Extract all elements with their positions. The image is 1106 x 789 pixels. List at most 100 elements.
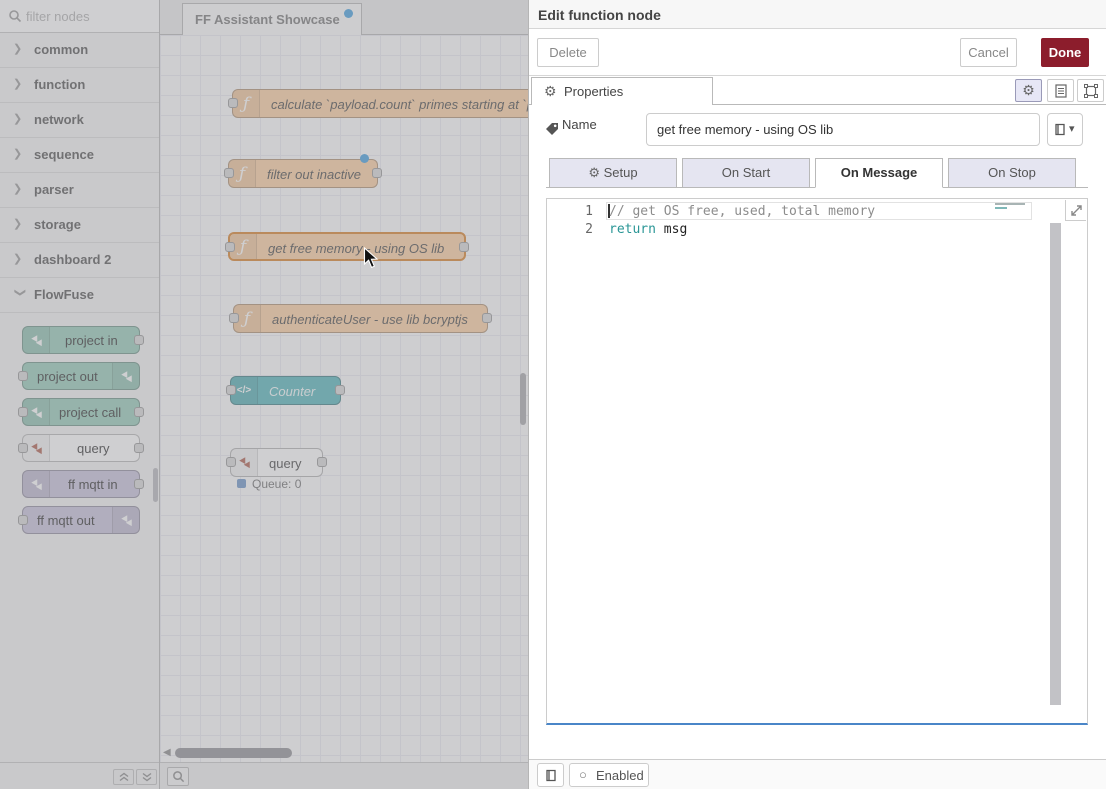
description-icon-button[interactable] bbox=[1047, 79, 1074, 102]
flowfuse-icon bbox=[23, 327, 50, 353]
node-port-input[interactable] bbox=[18, 515, 28, 525]
chevron-down-icon: ❯ bbox=[11, 288, 27, 300]
chevron-right-icon: ❯ bbox=[13, 252, 25, 268]
palette-node-query[interactable]: query bbox=[22, 434, 140, 462]
name-row: Name ▾ bbox=[529, 113, 1106, 147]
scroll-left-arrow-icon[interactable]: ◀ bbox=[163, 747, 171, 758]
workspace-tabbar: FF Assistant Showcase bbox=[160, 0, 528, 35]
name-label: Name bbox=[562, 117, 597, 132]
properties-icon-button[interactable]: ⚙ bbox=[1015, 79, 1042, 102]
node-port-input[interactable] bbox=[229, 313, 239, 323]
editor-minimap bbox=[995, 203, 1029, 213]
palette-category-parser[interactable]: ❯parser bbox=[0, 173, 159, 208]
code-editor[interactable]: 1 2 // get OS free, used, total memory r… bbox=[546, 198, 1088, 725]
node-port-output[interactable] bbox=[134, 407, 144, 417]
workspace-tab-ff-assistant-showcase[interactable]: FF Assistant Showcase bbox=[182, 3, 362, 35]
node-port-input[interactable] bbox=[224, 168, 234, 178]
cancel-button[interactable]: Cancel bbox=[960, 38, 1017, 67]
node-status-dot bbox=[237, 479, 246, 488]
expand-icon bbox=[1070, 204, 1083, 217]
done-button[interactable]: Done bbox=[1041, 38, 1089, 67]
node-port-input[interactable] bbox=[18, 407, 28, 417]
line-number: 2 bbox=[547, 221, 593, 239]
palette-category-flowfuse[interactable]: ❯FlowFuse bbox=[0, 278, 159, 313]
mouse-cursor-icon bbox=[363, 247, 379, 270]
properties-tab[interactable]: ⚙ Properties bbox=[531, 77, 713, 105]
node-port-input[interactable] bbox=[228, 98, 238, 108]
palette-node-ff-mqtt-out[interactable]: ff mqtt out bbox=[22, 506, 140, 534]
palette-node-project-out[interactable]: project out bbox=[22, 362, 140, 390]
selection-frame-icon bbox=[1084, 84, 1098, 98]
canvas-horizontal-scrollbar[interactable] bbox=[175, 748, 292, 758]
node-port-input[interactable] bbox=[18, 443, 28, 453]
tray-toolbar: Delete Cancel Done bbox=[529, 29, 1106, 76]
chevron-right-icon: ❯ bbox=[13, 217, 25, 233]
node-port-input[interactable] bbox=[226, 385, 236, 395]
palette-category-common[interactable]: ❯common bbox=[0, 33, 159, 68]
node-port-input[interactable] bbox=[225, 242, 235, 252]
workspace-search-button[interactable] bbox=[167, 767, 189, 786]
code-line-2: return msg bbox=[609, 221, 687, 239]
node-port-output[interactable] bbox=[335, 385, 345, 395]
palette-footer bbox=[0, 762, 159, 789]
chevron-right-icon: ❯ bbox=[13, 147, 25, 163]
tray-footer: ○ Enabled bbox=[529, 759, 1106, 789]
collapse-all-button[interactable] bbox=[113, 769, 134, 785]
node-port-output[interactable] bbox=[372, 168, 382, 178]
tab-on-message[interactable]: On Message bbox=[815, 158, 943, 188]
flowfuse-icon bbox=[112, 363, 139, 389]
delete-button[interactable]: Delete bbox=[537, 38, 599, 67]
palette-node-ff-mqtt-in[interactable]: ff mqtt in bbox=[22, 470, 140, 498]
palette-category-network[interactable]: ❯network bbox=[0, 103, 159, 138]
tab-on-stop[interactable]: On Stop bbox=[948, 158, 1076, 188]
flow-node-query[interactable]: query bbox=[230, 448, 323, 477]
node-port-output[interactable] bbox=[459, 242, 469, 252]
gear-icon: ⚙ bbox=[588, 165, 600, 180]
node-port-output[interactable] bbox=[134, 479, 144, 489]
flow-node-counter[interactable]: </> Counter bbox=[230, 376, 341, 405]
palette-category-dashboard2[interactable]: ❯dashboard 2 bbox=[0, 243, 159, 278]
palette-scrollbar[interactable] bbox=[153, 468, 158, 502]
editor-expand-button[interactable] bbox=[1065, 200, 1086, 221]
canvas-vertical-scrollbar[interactable] bbox=[520, 373, 526, 425]
flow-node-get-free-memory[interactable]: ƒ get free memory - using OS lib bbox=[228, 232, 466, 261]
flow-node-calculate-primes[interactable]: ƒ calculate `payload.count` primes start… bbox=[232, 89, 528, 118]
node-port-input[interactable] bbox=[18, 371, 28, 381]
library-footer-button[interactable] bbox=[537, 763, 564, 787]
chevron-right-icon: ❯ bbox=[13, 42, 25, 58]
node-port-output[interactable] bbox=[317, 457, 327, 467]
flowfuse-icon bbox=[112, 507, 139, 533]
expand-all-button[interactable] bbox=[136, 769, 157, 785]
tab-setup[interactable]: ⚙ Setup bbox=[549, 158, 677, 188]
appearance-icon-button[interactable] bbox=[1077, 79, 1104, 102]
chevron-right-icon: ❯ bbox=[13, 182, 25, 198]
palette-node-project-in[interactable]: project in bbox=[22, 326, 140, 354]
flowfuse-icon bbox=[23, 471, 50, 497]
document-icon bbox=[1055, 84, 1067, 98]
radio-circle-icon: ○ bbox=[579, 767, 587, 782]
tray-title: Edit function node bbox=[538, 7, 661, 23]
tray-header: Edit function node bbox=[529, 0, 1106, 29]
tab-on-start[interactable]: On Start bbox=[682, 158, 810, 188]
workspace-footer bbox=[160, 762, 528, 789]
node-port-input[interactable] bbox=[226, 457, 236, 467]
enabled-label: Enabled bbox=[596, 768, 644, 783]
node-port-output[interactable] bbox=[134, 443, 144, 453]
enabled-toggle-button[interactable]: ○ Enabled bbox=[569, 763, 649, 787]
palette-category-function[interactable]: ❯function bbox=[0, 68, 159, 103]
palette-node-project-call[interactable]: project call bbox=[22, 398, 140, 426]
node-port-output[interactable] bbox=[482, 313, 492, 323]
chevron-right-icon: ❯ bbox=[13, 112, 25, 128]
palette-search-input[interactable] bbox=[26, 6, 152, 26]
palette-category-sequence[interactable]: ❯sequence bbox=[0, 138, 159, 173]
node-port-output[interactable] bbox=[134, 335, 144, 345]
flow-node-authenticate-user[interactable]: ƒ authenticateUser - use lib bcryptjs bbox=[233, 304, 488, 333]
palette-category-storage[interactable]: ❯storage bbox=[0, 208, 159, 243]
name-input[interactable] bbox=[646, 113, 1040, 146]
book-icon bbox=[545, 769, 557, 782]
editor-scrollbar[interactable] bbox=[1050, 223, 1061, 705]
flow-canvas[interactable]: ƒ calculate `payload.count` primes start… bbox=[160, 35, 528, 762]
caret-down-icon: ▾ bbox=[1069, 122, 1075, 135]
flow-node-filter-out-inactive[interactable]: ƒ filter out inactive bbox=[228, 159, 378, 188]
library-dropdown-button[interactable]: ▾ bbox=[1047, 113, 1083, 146]
